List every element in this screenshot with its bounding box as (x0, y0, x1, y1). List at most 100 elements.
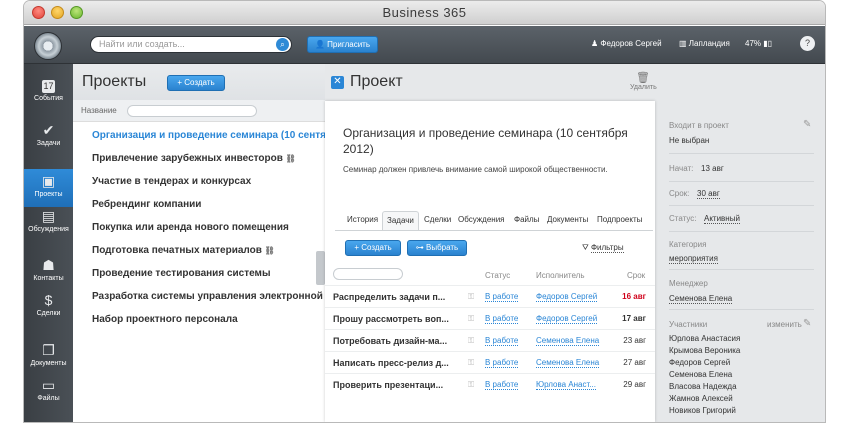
company-name: Лапландия (688, 39, 730, 48)
task-row[interactable]: Проверить презентаци... ⚿ В работе Юрлов… (325, 373, 655, 395)
task-row[interactable]: Написать пресс-релиз д... ⚿ В работе Сем… (325, 351, 655, 373)
sidebar-label: Контакты (33, 275, 64, 282)
member-item: Федоров Сергей (669, 358, 731, 367)
close-project-icon[interactable]: ✕ (331, 76, 344, 89)
project-card: Организация и проведение семинара (10 се… (325, 101, 655, 422)
help-button[interactable]: ? (800, 36, 815, 51)
sidebar-item-tasks[interactable]: ✔ Задачи (24, 122, 73, 160)
project-row[interactable]: Подготовка печатных материалов ⛓ (92, 245, 275, 256)
separator (669, 231, 814, 232)
sidebar-item-files[interactable]: ▭ Файлы (24, 377, 73, 415)
task-row[interactable]: Прошу рассмотреть воп... ⚿ В работе Федо… (325, 307, 655, 329)
parent-project-value[interactable]: Не выбран (669, 136, 709, 145)
task-row[interactable]: Распределить задачи п... ⚿ В работе Федо… (325, 285, 655, 307)
task-row[interactable]: Потребовать дизайн-ма... ⚿ В работе Семе… (325, 329, 655, 351)
task-name[interactable]: Распределить задачи п... (333, 292, 445, 302)
sidebar-item-projects[interactable]: ▣ Проекты (24, 169, 73, 207)
tab-files[interactable]: Файлы (510, 211, 543, 231)
calendar-icon: 17 (42, 80, 55, 93)
category-value[interactable]: мероприятия (669, 254, 718, 264)
choose-task-button[interactable]: ⊶ Выбрать (407, 240, 467, 256)
task-executor[interactable]: Семенова Елена (536, 358, 600, 368)
task-status[interactable]: В работе (485, 380, 519, 390)
project-row[interactable]: Ребрендинг компании (92, 199, 201, 210)
app-window: Business 365 Найти или создать... ⌕ 👤 Пр… (24, 1, 825, 422)
link-icon: ⊶ (415, 243, 426, 252)
sidebar-label: Задачи (36, 140, 61, 147)
project-details-panel: Входит в проект ✎ Не выбран Начат: 13 ав… (657, 101, 825, 422)
sidebar-label: События (34, 95, 63, 102)
current-user[interactable]: ♟ Федоров Сергей (591, 39, 662, 48)
tab-discussions[interactable]: Обсуждения (454, 211, 509, 231)
sidebar-item-contacts[interactable]: ☗ Контакты (24, 257, 73, 295)
search-go-icon[interactable]: ⌕ (276, 38, 289, 51)
task-executor[interactable]: Юрлова Анаст... (536, 380, 596, 390)
lock-icon: ⚿ (468, 380, 475, 389)
tab-history[interactable]: История (343, 211, 382, 231)
check-icon: ✔ (42, 122, 55, 138)
tab-deals[interactable]: Сделки (420, 211, 455, 231)
manager-value[interactable]: Семенова Елена (669, 294, 733, 304)
tab-tasks[interactable]: Задачи (382, 211, 419, 231)
top-toolbar: Найти или создать... ⌕ 👤 Пригласить ♟ Фе… (24, 26, 825, 64)
pane-resize-handle[interactable] (316, 251, 325, 285)
project-row[interactable]: Проведение тестирования системы (92, 268, 270, 279)
sidebar-item-events[interactable]: 17 События (24, 80, 73, 118)
project-row[interactable]: Покупка или аренда нового помещения (92, 222, 289, 233)
current-user-name: Федоров Сергей (600, 39, 662, 48)
task-status[interactable]: В работе (485, 336, 519, 346)
create-project-button[interactable]: + Создать (167, 75, 225, 91)
delete-project-button[interactable]: 🗑 Удалить (630, 71, 657, 91)
project-row[interactable]: Участие в тендерах и конкурсах (92, 176, 251, 187)
funnel-icon: ⛛ (582, 243, 591, 252)
task-status[interactable]: В работе (485, 292, 519, 302)
task-executor[interactable]: Федоров Сергей (536, 292, 598, 302)
task-executor[interactable]: Федоров Сергей (536, 314, 598, 324)
sidebar-item-deals[interactable]: $ Сделки (24, 292, 73, 330)
create-task-button[interactable]: + Создать (345, 240, 401, 256)
company-selector[interactable]: ▥ Лапландия (679, 39, 730, 48)
projects-filter-input[interactable] (127, 105, 257, 117)
separator (669, 153, 814, 154)
people-icon: ☗ (42, 257, 55, 273)
lock-icon: ⚿ (468, 314, 475, 323)
sidebar-label: Документы (30, 360, 67, 367)
invite-button[interactable]: 👤 Пригласить (307, 36, 378, 53)
deadline-value[interactable]: 30 авг (697, 189, 720, 199)
task-status[interactable]: В работе (485, 358, 519, 368)
sidebar-label: Проекты (34, 191, 63, 198)
project-row-name: Подготовка печатных материалов (92, 245, 262, 256)
tab-documents[interactable]: Документы (543, 211, 592, 231)
task-name[interactable]: Написать пресс-релиз д... (333, 358, 449, 368)
app-logo[interactable] (34, 32, 62, 60)
task-status[interactable]: В работе (485, 314, 519, 324)
status-value[interactable]: Активный (704, 214, 740, 224)
lock-icon: ⚿ (468, 336, 475, 345)
global-search-input[interactable]: Найти или создать... (90, 36, 292, 53)
sidebar-item-documents[interactable]: ❐ Документы (24, 342, 73, 380)
filters-button[interactable]: ⛛ Фильтры (582, 243, 624, 253)
project-row[interactable]: Организация и проведение семинара (10 се… (92, 130, 344, 141)
task-name[interactable]: Проверить презентаци... (333, 380, 443, 390)
edit-pencil-icon[interactable]: ✎ (803, 119, 811, 130)
members-label: Участники (669, 320, 708, 329)
projects-filter-bar: Название (73, 100, 325, 122)
status-label: Статус: (669, 214, 697, 223)
members-edit-link[interactable]: изменить (767, 320, 802, 329)
project-row[interactable]: Набор проектного персонала (92, 314, 238, 325)
project-row-name: Привлечение зарубежных инвесторов (92, 153, 283, 164)
sidebar-label: Обсуждения (28, 226, 69, 233)
tasks-search-input[interactable] (333, 268, 403, 280)
window-title: Business 365 (382, 5, 467, 20)
task-name[interactable]: Прошу рассмотреть воп... (333, 314, 449, 324)
member-item: Новиков Григорий (669, 406, 736, 415)
edit-pencil-icon[interactable]: ✎ (803, 318, 811, 329)
sidebar-item-discussions[interactable]: ▤ Обсуждения (24, 208, 73, 246)
project-row[interactable]: Разработка системы управления электронно… (92, 291, 332, 302)
project-row[interactable]: Привлечение зарубежных инвесторов ⛓ (92, 153, 296, 164)
sidebar-label: Сделки (36, 310, 61, 317)
tab-subprojects[interactable]: Подпроекты (593, 211, 646, 231)
task-name[interactable]: Потребовать дизайн-ма... (333, 336, 447, 346)
task-executor[interactable]: Семенова Елена (536, 336, 600, 346)
dollar-icon: $ (44, 292, 53, 308)
